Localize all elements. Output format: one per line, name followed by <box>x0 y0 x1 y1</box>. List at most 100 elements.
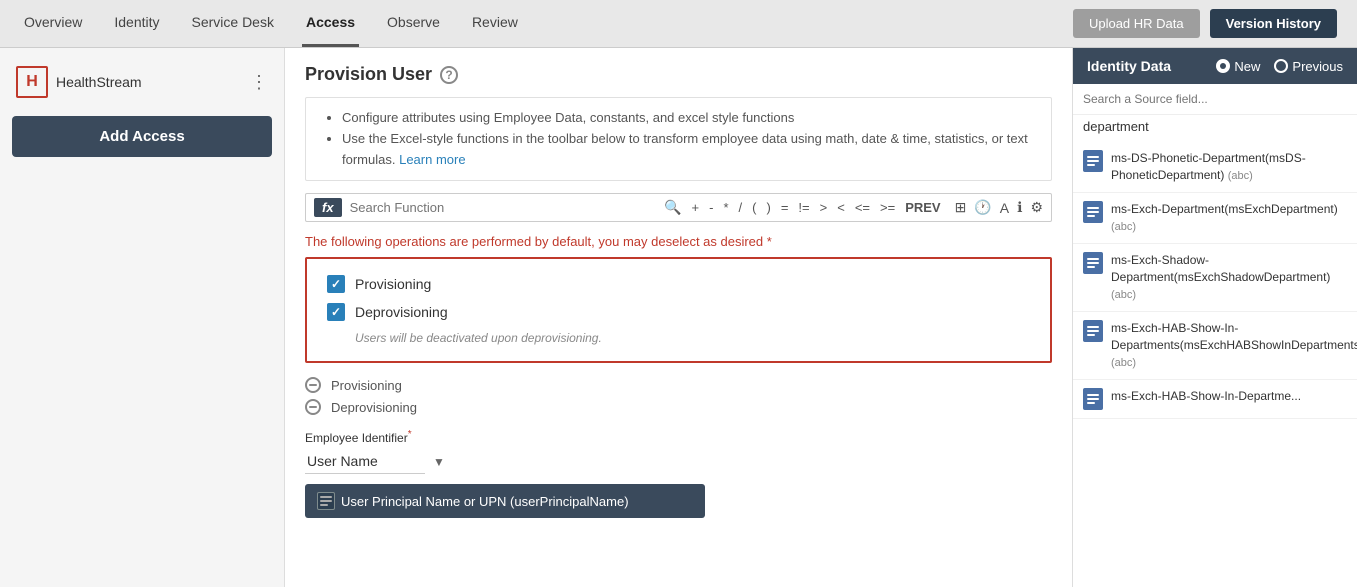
source-type-2: (abc) <box>1111 289 1136 301</box>
icon-lines <box>1087 258 1099 268</box>
circle-minus-icon <box>305 377 321 393</box>
source-search-input[interactable] <box>1083 92 1347 106</box>
upn-row: User Principal Name or UPN (userPrincipa… <box>305 484 705 518</box>
source-text-3: ms-Exch-HAB-Show-In-Departments(msExchHA… <box>1111 320 1357 371</box>
source-item-3[interactable]: ms-Exch-HAB-Show-In-Departments(msExchHA… <box>1073 312 1357 380</box>
version-history-button[interactable]: Version History <box>1210 9 1337 38</box>
page-title: Provision User ? <box>305 64 1052 85</box>
radio-new-circle <box>1216 59 1230 73</box>
provisioning-label: Provisioning <box>355 276 431 292</box>
circle-deprovisioning[interactable]: Deprovisioning <box>305 399 1052 415</box>
circle-provisioning-label: Provisioning <box>331 378 402 393</box>
op-not-equals[interactable]: != <box>796 200 811 215</box>
source-type-3: (abc) <box>1111 357 1136 369</box>
upn-icon <box>317 492 335 510</box>
op-plus[interactable]: + <box>690 200 702 215</box>
employee-id-select-row: User Name ▼ <box>305 449 1052 474</box>
source-type-1: (abc) <box>1111 221 1136 233</box>
circle-provisioning[interactable]: Provisioning <box>305 377 1052 393</box>
circle-minus-icon-2 <box>305 399 321 415</box>
op-gte[interactable]: >= <box>878 200 897 215</box>
brand-logo: H <box>16 66 48 98</box>
upn-text: User Principal Name or UPN (userPrincipa… <box>341 494 629 509</box>
source-item-1[interactable]: ms-Exch-Department(msExchDepartment) (ab… <box>1073 193 1357 244</box>
source-list: ms-DS-Phonetic-Department(msDS-PhoneticD… <box>1073 142 1357 587</box>
source-icon-3 <box>1083 320 1103 342</box>
formula-operators: + - * / ( ) = != > < <= >= PREV <box>690 200 943 215</box>
nav-actions: Upload HR Data Version History <box>1073 9 1337 38</box>
radio-new[interactable]: New <box>1216 59 1260 74</box>
help-icon[interactable]: ? <box>440 66 458 84</box>
deprovisioning-note: Users will be deactivated upon deprovisi… <box>355 331 1030 345</box>
search-function-input[interactable] <box>350 200 661 215</box>
info-icon[interactable]: ℹ <box>1017 199 1022 216</box>
nav-identity[interactable]: Identity <box>110 0 163 47</box>
learn-more-link[interactable]: Learn more <box>399 152 465 167</box>
op-lte[interactable]: <= <box>853 200 872 215</box>
op-minus[interactable]: - <box>707 200 715 215</box>
radio-new-label: New <box>1234 59 1260 74</box>
op-greater[interactable]: > <box>818 200 830 215</box>
identity-data-title: Identity Data <box>1087 58 1204 74</box>
text-icon[interactable]: A <box>1000 200 1009 216</box>
add-access-button[interactable]: Add Access <box>12 116 272 157</box>
radio-group: New Previous <box>1216 59 1343 74</box>
source-icon-1 <box>1083 201 1103 223</box>
nav-overview[interactable]: Overview <box>20 0 86 47</box>
radio-previous[interactable]: Previous <box>1274 59 1343 74</box>
clock-icon[interactable]: 🕐 <box>974 199 991 216</box>
operations-box: ✓ Provisioning ✓ Deprovisioning Users wi… <box>305 257 1052 363</box>
radio-previous-label: Previous <box>1292 59 1343 74</box>
required-asterisk: * <box>408 429 412 440</box>
op-multiply[interactable]: * <box>721 200 730 215</box>
upload-hr-data-button[interactable]: Upload HR Data <box>1073 9 1200 38</box>
source-item-2[interactable]: ms-Exch-Shadow-Department(msExchShadowDe… <box>1073 244 1357 312</box>
op-prev[interactable]: PREV <box>903 200 942 215</box>
source-item-4[interactable]: ms-Exch-HAB-Show-In-Departme... <box>1073 380 1357 419</box>
circle-deprovisioning-label: Deprovisioning <box>331 400 417 415</box>
op-equals[interactable]: = <box>779 200 791 215</box>
ops-label: The following operations are performed b… <box>305 234 1052 249</box>
icon-lines <box>1087 207 1099 217</box>
radio-dot <box>1220 63 1226 69</box>
more-options-icon[interactable]: ⋮ <box>250 72 268 93</box>
source-icon-2 <box>1083 252 1103 274</box>
icon-lines <box>1087 394 1099 404</box>
sidebar: H HealthStream ⋮ Add Access <box>0 48 285 587</box>
employee-id-select[interactable]: User Name <box>305 449 425 474</box>
right-panel-header: Identity Data New Previous <box>1073 48 1357 84</box>
deprovisioning-checkbox[interactable]: ✓ <box>327 303 345 321</box>
op-divide[interactable]: / <box>737 200 745 215</box>
fx-label: fx <box>314 198 342 217</box>
nav-items: Overview Identity Service Desk Access Ob… <box>20 0 1073 47</box>
brand-name: HealthStream <box>56 74 142 90</box>
provisioning-checkbox[interactable]: ✓ <box>327 275 345 293</box>
op-open-paren[interactable]: ( <box>750 200 758 215</box>
source-type-0: (abc) <box>1228 170 1253 182</box>
nav-observe[interactable]: Observe <box>383 0 444 47</box>
source-item-0[interactable]: ms-DS-Phonetic-Department(msDS-PhoneticD… <box>1073 142 1357 193</box>
circle-items: Provisioning Deprovisioning <box>305 377 1052 415</box>
settings-icon[interactable]: ⚙ <box>1030 199 1043 216</box>
source-icon-4 <box>1083 388 1103 410</box>
chevron-down-icon: ▼ <box>433 455 445 469</box>
nav-access[interactable]: Access <box>302 0 359 47</box>
search-value: department <box>1073 115 1357 142</box>
nav-review[interactable]: Review <box>468 0 522 47</box>
deprovisioning-label: Deprovisioning <box>355 304 448 320</box>
op-less[interactable]: < <box>835 200 847 215</box>
search-icon: 🔍 <box>664 199 681 216</box>
grid-icon[interactable]: ⊞ <box>955 199 967 216</box>
info-bullet-2: Use the Excel-style functions in the too… <box>342 129 1035 171</box>
sidebar-header: H HealthStream ⋮ <box>12 60 272 104</box>
nav-service-desk[interactable]: Service Desk <box>188 0 278 47</box>
provisioning-row: ✓ Provisioning <box>327 275 1030 293</box>
source-text-0: ms-DS-Phonetic-Department(msDS-PhoneticD… <box>1111 150 1347 184</box>
toolbar-icons: ⊞ 🕐 A ℹ ⚙ <box>955 199 1043 216</box>
main-inner: Provision User ? Configure attributes us… <box>285 48 1072 534</box>
op-close-paren[interactable]: ) <box>764 200 772 215</box>
main-content: Provision User ? Configure attributes us… <box>285 48 1072 587</box>
right-panel-search <box>1073 84 1357 115</box>
brand: H HealthStream <box>16 66 142 98</box>
info-bullet-1: Configure attributes using Employee Data… <box>342 108 1035 129</box>
